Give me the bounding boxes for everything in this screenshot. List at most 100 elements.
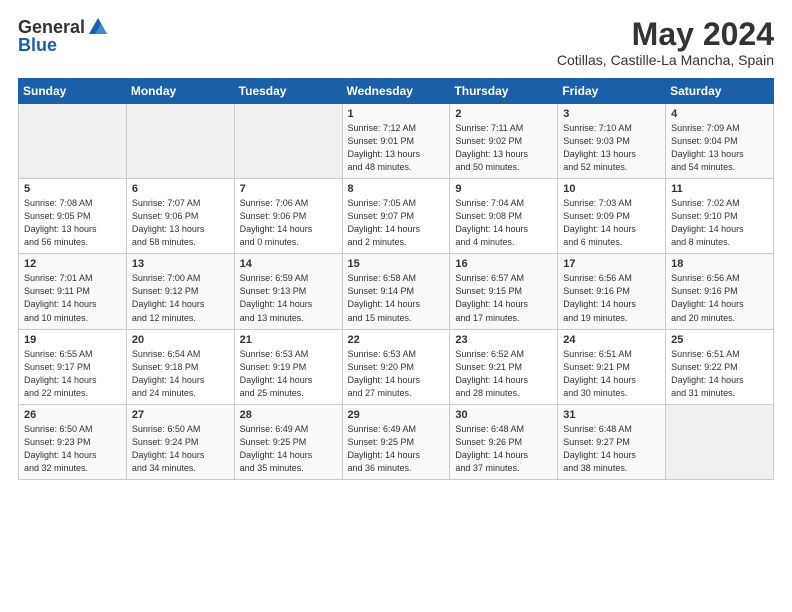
day-cell: 27Sunrise: 6:50 AM Sunset: 9:24 PM Dayli… <box>126 404 234 479</box>
day-info: Sunrise: 7:03 AM Sunset: 9:09 PM Dayligh… <box>563 197 660 249</box>
day-cell: 3 Sunrise: 7:10 AM Sunset: 9:03 PM Daylig… <box>558 104 666 179</box>
day-number: 20 <box>132 334 229 346</box>
day-cell: 31Sunrise: 6:48 AM Sunset: 9:27 PM Dayli… <box>558 404 666 479</box>
week-row-2: 5 Sunrise: 7:08 AM Sunset: 9:05 PM Daylig… <box>19 179 774 254</box>
day-number: 14 <box>240 258 337 270</box>
day-info: Sunrise: 7:00 AM Sunset: 9:12 PM Dayligh… <box>132 272 229 324</box>
week-row-3: 12 Sunrise: 7:01 AM Sunset: 9:11 PM Dayli… <box>19 254 774 329</box>
day-info: Sunrise: 6:53 AM Sunset: 9:19 PM Dayligh… <box>240 348 337 400</box>
day-cell: 20 Sunrise: 6:54 AM Sunset: 9:18 PM Dayli… <box>126 329 234 404</box>
day-info: Sunrise: 7:08 AM Sunset: 9:05 PM Dayligh… <box>24 197 121 249</box>
day-info: Sunrise: 6:52 AM Sunset: 9:21 PM Dayligh… <box>455 348 552 400</box>
logo-blue-text: Blue <box>18 36 57 56</box>
day-cell: 23Sunrise: 6:52 AM Sunset: 9:21 PM Dayli… <box>450 329 558 404</box>
day-cell: 1Sunrise: 7:12 AM Sunset: 9:01 PM Daylig… <box>342 104 450 179</box>
col-wednesday: Wednesday <box>342 79 450 104</box>
day-info: Sunrise: 6:50 AM Sunset: 9:24 PM Dayligh… <box>132 423 229 475</box>
week-row-4: 19 Sunrise: 6:55 AM Sunset: 9:17 PM Dayli… <box>19 329 774 404</box>
day-number: 16 <box>455 258 552 270</box>
day-cell: 13 Sunrise: 7:00 AM Sunset: 9:12 PM Dayli… <box>126 254 234 329</box>
day-cell: 19 Sunrise: 6:55 AM Sunset: 9:17 PM Dayli… <box>19 329 127 404</box>
week-row-5: 26 Sunrise: 6:50 AM Sunset: 9:23 PM Dayli… <box>19 404 774 479</box>
day-number: 9 <box>455 183 552 195</box>
day-info: Sunrise: 7:09 AM Sunset: 9:04 PM Dayligh… <box>671 122 768 174</box>
day-cell: 15 Sunrise: 6:58 AM Sunset: 9:14 PM Dayli… <box>342 254 450 329</box>
location: Cotillas, Castille-La Mancha, Spain <box>557 52 774 68</box>
day-info: Sunrise: 6:53 AM Sunset: 9:20 PM Dayligh… <box>348 348 445 400</box>
day-cell: 24 Sunrise: 6:51 AM Sunset: 9:21 PM Dayli… <box>558 329 666 404</box>
day-number: 13 <box>132 258 229 270</box>
day-info: Sunrise: 6:59 AM Sunset: 9:13 PM Dayligh… <box>240 272 337 324</box>
title-area: May 2024 Cotillas, Castille-La Mancha, S… <box>557 18 774 68</box>
day-cell: 30 Sunrise: 6:48 AM Sunset: 9:26 PM Dayli… <box>450 404 558 479</box>
day-number: 31 <box>563 409 660 421</box>
day-cell: 29Sunrise: 6:49 AM Sunset: 9:25 PM Dayli… <box>342 404 450 479</box>
day-cell <box>126 104 234 179</box>
day-number: 19 <box>24 334 121 346</box>
day-cell: 5 Sunrise: 7:08 AM Sunset: 9:05 PM Daylig… <box>19 179 127 254</box>
day-cell: 26 Sunrise: 6:50 AM Sunset: 9:23 PM Dayli… <box>19 404 127 479</box>
day-info: Sunrise: 7:11 AM Sunset: 9:02 PM Dayligh… <box>455 122 552 174</box>
day-info: Sunrise: 6:55 AM Sunset: 9:17 PM Dayligh… <box>24 348 121 400</box>
day-info: Sunrise: 6:56 AM Sunset: 9:16 PM Dayligh… <box>563 272 660 324</box>
day-number: 18 <box>671 258 768 270</box>
day-cell: 4Sunrise: 7:09 AM Sunset: 9:04 PM Daylig… <box>666 104 774 179</box>
day-number: 17 <box>563 258 660 270</box>
day-number: 8 <box>348 183 445 195</box>
day-info: Sunrise: 6:56 AM Sunset: 9:16 PM Dayligh… <box>671 272 768 324</box>
header-row: Sunday Monday Tuesday Wednesday Thursday… <box>19 79 774 104</box>
day-info: Sunrise: 7:04 AM Sunset: 9:08 PM Dayligh… <box>455 197 552 249</box>
day-number: 21 <box>240 334 337 346</box>
day-info: Sunrise: 6:51 AM Sunset: 9:21 PM Dayligh… <box>563 348 660 400</box>
day-info: Sunrise: 6:50 AM Sunset: 9:23 PM Dayligh… <box>24 423 121 475</box>
month-year: May 2024 <box>557 18 774 50</box>
col-tuesday: Tuesday <box>234 79 342 104</box>
day-number: 22 <box>348 334 445 346</box>
week-row-1: 1Sunrise: 7:12 AM Sunset: 9:01 PM Daylig… <box>19 104 774 179</box>
day-number: 5 <box>24 183 121 195</box>
day-cell: 14 Sunrise: 6:59 AM Sunset: 9:13 PM Dayli… <box>234 254 342 329</box>
day-info: Sunrise: 6:49 AM Sunset: 9:25 PM Dayligh… <box>240 423 337 475</box>
day-cell: 28 Sunrise: 6:49 AM Sunset: 9:25 PM Dayli… <box>234 404 342 479</box>
day-cell: 12 Sunrise: 7:01 AM Sunset: 9:11 PM Dayli… <box>19 254 127 329</box>
day-number: 7 <box>240 183 337 195</box>
day-number: 28 <box>240 409 337 421</box>
day-number: 10 <box>563 183 660 195</box>
col-thursday: Thursday <box>450 79 558 104</box>
day-number: 25 <box>671 334 768 346</box>
col-friday: Friday <box>558 79 666 104</box>
day-info: Sunrise: 6:58 AM Sunset: 9:14 PM Dayligh… <box>348 272 445 324</box>
day-number: 15 <box>348 258 445 270</box>
day-cell: 16Sunrise: 6:57 AM Sunset: 9:15 PM Dayli… <box>450 254 558 329</box>
calendar: Sunday Monday Tuesday Wednesday Thursday… <box>18 78 774 480</box>
day-info: Sunrise: 6:49 AM Sunset: 9:25 PM Dayligh… <box>348 423 445 475</box>
day-info: Sunrise: 7:02 AM Sunset: 9:10 PM Dayligh… <box>671 197 768 249</box>
col-monday: Monday <box>126 79 234 104</box>
day-number: 24 <box>563 334 660 346</box>
header: General Blue May 2024 Cotillas, Castille… <box>18 18 774 68</box>
day-info: Sunrise: 6:48 AM Sunset: 9:26 PM Dayligh… <box>455 423 552 475</box>
logo-icon <box>87 16 109 38</box>
day-number: 11 <box>671 183 768 195</box>
day-info: Sunrise: 7:05 AM Sunset: 9:07 PM Dayligh… <box>348 197 445 249</box>
day-cell: 9 Sunrise: 7:04 AM Sunset: 9:08 PM Daylig… <box>450 179 558 254</box>
page: General Blue May 2024 Cotillas, Castille… <box>0 0 792 490</box>
day-cell: 7Sunrise: 7:06 AM Sunset: 9:06 PM Daylig… <box>234 179 342 254</box>
col-sunday: Sunday <box>19 79 127 104</box>
day-info: Sunrise: 6:54 AM Sunset: 9:18 PM Dayligh… <box>132 348 229 400</box>
day-cell <box>19 104 127 179</box>
day-info: Sunrise: 7:01 AM Sunset: 9:11 PM Dayligh… <box>24 272 121 324</box>
day-cell: 18 Sunrise: 6:56 AM Sunset: 9:16 PM Dayli… <box>666 254 774 329</box>
day-cell: 2Sunrise: 7:11 AM Sunset: 9:02 PM Daylig… <box>450 104 558 179</box>
day-info: Sunrise: 7:12 AM Sunset: 9:01 PM Dayligh… <box>348 122 445 174</box>
day-number: 3 <box>563 108 660 120</box>
day-number: 26 <box>24 409 121 421</box>
day-cell: 22 Sunrise: 6:53 AM Sunset: 9:20 PM Dayli… <box>342 329 450 404</box>
calendar-body: 1Sunrise: 7:12 AM Sunset: 9:01 PM Daylig… <box>19 104 774 480</box>
day-cell: 25Sunrise: 6:51 AM Sunset: 9:22 PM Dayli… <box>666 329 774 404</box>
day-info: Sunrise: 7:10 AM Sunset: 9:03 PM Dayligh… <box>563 122 660 174</box>
day-cell: 21 Sunrise: 6:53 AM Sunset: 9:19 PM Dayli… <box>234 329 342 404</box>
day-number: 30 <box>455 409 552 421</box>
day-cell: 6Sunrise: 7:07 AM Sunset: 9:06 PM Daylig… <box>126 179 234 254</box>
day-number: 12 <box>24 258 121 270</box>
